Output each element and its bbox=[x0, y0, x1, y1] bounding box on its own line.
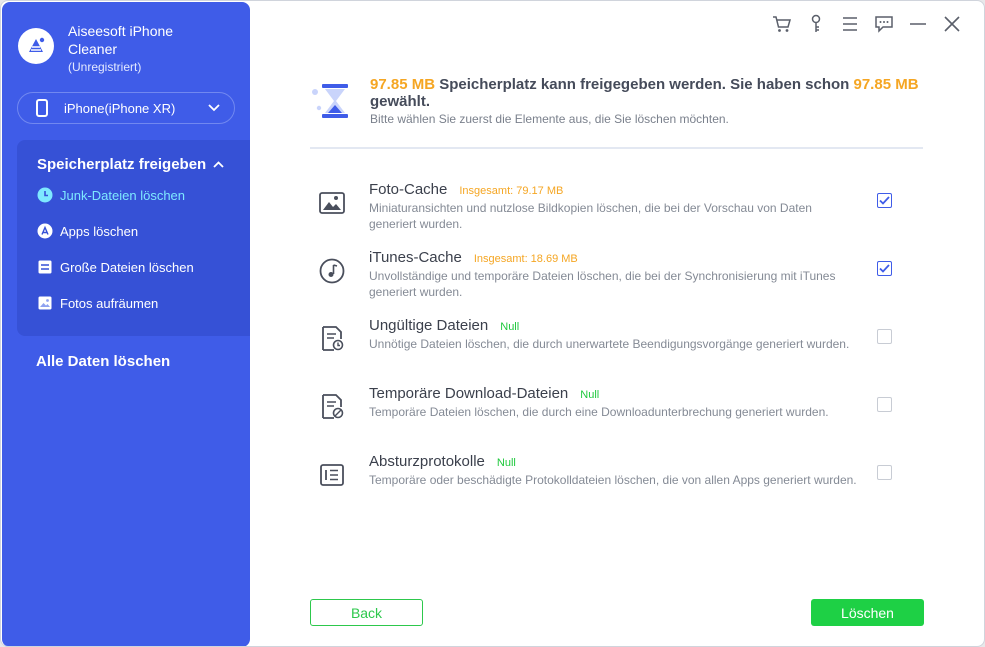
sidebar-item-label: Fotos aufräumen bbox=[60, 295, 159, 311]
item-description: Unnötige Dateien löschen, die durch uner… bbox=[369, 337, 850, 351]
chevron-down-icon bbox=[208, 104, 220, 112]
device-label: iPhone(iPhone XR) bbox=[64, 100, 176, 116]
item-size-null: Null bbox=[496, 457, 516, 469]
image-icon bbox=[316, 187, 348, 219]
item-size-null: Null bbox=[500, 321, 520, 333]
app-window: Aiseesoft iPhone Cleaner (Unregistriert)… bbox=[0, 0, 985, 647]
item-title: Ungültige Dateien bbox=[369, 317, 489, 334]
registration-status: (Unregistriert) bbox=[68, 60, 142, 74]
checkbox-crash-logs[interactable] bbox=[877, 465, 892, 480]
app-logo-icon bbox=[18, 28, 54, 64]
item-size-null: Null bbox=[580, 389, 600, 401]
nav-group-title[interactable]: Speicherplatz freigeben bbox=[37, 156, 224, 173]
headline-text-2: gewählt. bbox=[370, 93, 431, 110]
nav-group-free-space: Speicherplatz freigeben Junk-Dateien lös… bbox=[17, 140, 250, 336]
minimize-icon[interactable] bbox=[908, 13, 928, 35]
iphone-icon bbox=[36, 99, 48, 117]
back-button[interactable]: Back bbox=[310, 599, 423, 626]
sidebar-item-junk-files[interactable]: Junk-Dateien löschen bbox=[37, 187, 185, 203]
photo-icon bbox=[37, 295, 53, 311]
clock-icon bbox=[37, 187, 53, 203]
sidebar-item-erase-all[interactable]: Alle Daten löschen bbox=[36, 353, 170, 370]
headline: 97.85 MB Speicherplatz kann freigegeben … bbox=[370, 76, 926, 110]
checkbox-invalid-files[interactable] bbox=[877, 329, 892, 344]
sidebar-item-large-files[interactable]: Große Dateien löschen bbox=[37, 259, 194, 275]
title-bar-controls bbox=[772, 13, 962, 35]
sidebar: Aiseesoft iPhone Cleaner (Unregistriert)… bbox=[2, 2, 250, 646]
hourglass-icon bbox=[311, 78, 355, 122]
app-name: Aiseesoft iPhone Cleaner bbox=[68, 23, 174, 57]
temp-download-icon bbox=[316, 391, 348, 423]
sidebar-item-apps[interactable]: Apps löschen bbox=[37, 223, 138, 239]
item-title: Absturzprotokolle bbox=[369, 453, 485, 470]
sidebar-item-photos[interactable]: Fotos aufräumen bbox=[37, 295, 158, 311]
crash-log-icon bbox=[316, 459, 348, 491]
nav-group-title-label: Speicherplatz freigeben bbox=[37, 156, 207, 173]
chevron-up-icon bbox=[213, 161, 224, 168]
app-store-icon bbox=[37, 223, 53, 239]
freeable-size: 97.85 MB bbox=[370, 76, 436, 93]
invalid-file-icon bbox=[316, 323, 348, 355]
item-size-total: Insgesamt: 18.69 MB bbox=[473, 253, 578, 265]
sidebar-item-label: Junk-Dateien löschen bbox=[60, 187, 186, 203]
item-description: Unvollständige und temporäre Dateien lös… bbox=[369, 269, 836, 299]
menu-icon[interactable] bbox=[840, 13, 860, 35]
item-size-total: Insgesamt: 79.17 MB bbox=[459, 185, 564, 197]
sidebar-item-label: Apps löschen bbox=[60, 223, 139, 239]
device-selector[interactable]: iPhone(iPhone XR) bbox=[17, 92, 235, 124]
headline-text-1: Speicherplatz kann freigegeben werden. S… bbox=[435, 76, 854, 93]
item-description: Miniaturansichten und nutzlose Bildkopie… bbox=[369, 201, 812, 231]
item-title: iTunes-Cache bbox=[369, 249, 462, 266]
key-icon[interactable] bbox=[806, 13, 826, 35]
checkmark-icon bbox=[879, 264, 890, 273]
close-icon[interactable] bbox=[942, 13, 962, 35]
item-description: Temporäre oder beschädigte Protokolldate… bbox=[369, 473, 857, 487]
item-title: Temporäre Download-Dateien bbox=[369, 385, 569, 402]
checkbox-itunes-cache[interactable] bbox=[877, 261, 892, 276]
item-description: Temporäre Dateien löschen, die durch ein… bbox=[369, 405, 829, 419]
brand: Aiseesoft iPhone Cleaner (Unregistriert) bbox=[18, 22, 188, 76]
large-file-icon bbox=[37, 259, 53, 275]
checkmark-icon bbox=[879, 196, 890, 205]
item-title: Foto-Cache bbox=[369, 181, 448, 198]
divider bbox=[310, 147, 923, 149]
feedback-icon[interactable] bbox=[874, 13, 894, 35]
checkbox-photo-cache[interactable] bbox=[877, 193, 892, 208]
delete-button[interactable]: Löschen bbox=[811, 599, 924, 626]
sidebar-item-label: Große Dateien löschen bbox=[60, 259, 194, 275]
instruction-text: Bitte wählen Sie zuerst die Elemente aus… bbox=[370, 112, 729, 126]
selected-size: 97.85 MB bbox=[853, 76, 919, 93]
cart-icon[interactable] bbox=[772, 13, 792, 35]
music-note-icon bbox=[316, 255, 348, 287]
checkbox-temp-downloads[interactable] bbox=[877, 397, 892, 412]
